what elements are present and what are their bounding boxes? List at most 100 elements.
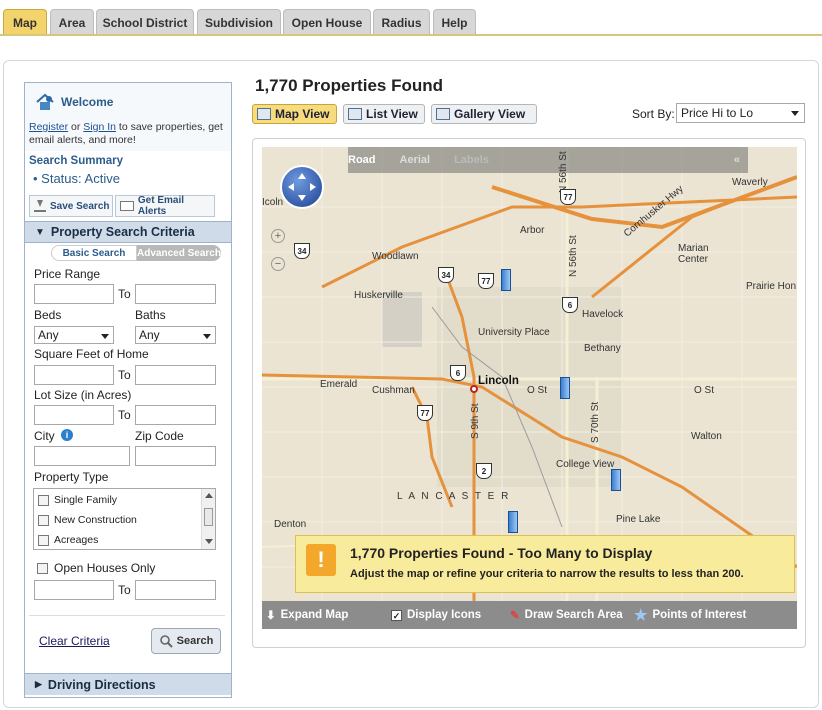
beds-select[interactable]: Any	[34, 326, 114, 344]
sign-in-link[interactable]: Sign In	[83, 121, 116, 133]
map-canvas[interactable]: Road Aerial Labels « + − Icoln Waverly A…	[262, 147, 797, 601]
map-type-labels[interactable]: Labels	[454, 154, 489, 166]
lincoln-marker-icon	[470, 385, 478, 393]
sqft-max-input[interactable]	[135, 365, 216, 385]
property-cluster-icon[interactable]	[501, 269, 511, 291]
map-label-lincoln: Lincoln	[478, 375, 519, 387]
zip-code-input[interactable]	[135, 446, 216, 466]
price-min-input[interactable]	[34, 284, 114, 304]
clear-search-area: Clear Criteria Search	[29, 615, 225, 661]
route-shield: 6	[562, 297, 578, 313]
map-label: Denton	[274, 519, 307, 530]
open-house-from-input[interactable]	[34, 580, 114, 600]
pan-control[interactable]	[280, 165, 324, 209]
scroll-up-icon[interactable]	[205, 493, 213, 498]
property-type-list: Single Family New Construction Acreages	[33, 488, 216, 550]
property-cluster-icon[interactable]	[611, 469, 621, 491]
beds-value: Any	[38, 328, 59, 342]
search-summary-heading: Search Summary	[29, 155, 123, 167]
property-type-scrollbar[interactable]	[201, 489, 215, 549]
map-roads	[262, 147, 797, 601]
property-type-name: New Construction	[54, 514, 137, 526]
display-icons-toggle[interactable]: ✓ Display Icons	[391, 601, 481, 629]
search-icon	[159, 635, 173, 648]
tab-map[interactable]: Map	[3, 9, 47, 35]
tab-advanced-search[interactable]: Advanced Search	[137, 245, 221, 261]
tab-school-district[interactable]: School District	[96, 9, 194, 35]
get-email-alerts-button[interactable]: Get Email Alerts	[115, 195, 215, 217]
price-max-input[interactable]	[135, 284, 216, 304]
collapse-icon[interactable]: «	[734, 154, 740, 166]
expand-map-label: Expand Map	[280, 609, 349, 621]
tab-open-house[interactable]: Open House	[283, 9, 371, 35]
open-house-to-label: To	[118, 583, 131, 597]
expand-map-button[interactable]: ⬇ Expand Map	[266, 601, 348, 629]
get-email-alerts-label: Get Email Alerts	[137, 195, 185, 217]
map-view-label: Map View	[275, 107, 330, 121]
baths-label: Baths	[135, 308, 166, 322]
list-view-button[interactable]: List View	[343, 104, 425, 124]
property-type-option[interactable]: Single Family	[38, 491, 117, 509]
sort-value: Price Hi to Lo	[681, 106, 754, 120]
criteria-header[interactable]: ▼ Property Search Criteria	[25, 221, 231, 243]
route-shield: 77	[478, 273, 494, 289]
map-label: S 70th St	[590, 401, 601, 443]
gallery-view-button[interactable]: Gallery View	[431, 104, 537, 124]
points-of-interest-label: Points of Interest	[652, 609, 747, 621]
list-icon	[348, 108, 362, 120]
map-view-button[interactable]: Map View	[252, 104, 337, 124]
open-houses-checkbox[interactable]	[37, 562, 48, 574]
open-houses-option[interactable]: Open Houses Only	[37, 561, 155, 575]
lot-max-input[interactable]	[135, 405, 216, 425]
lot-min-input[interactable]	[34, 405, 114, 425]
tab-help[interactable]: Help	[433, 9, 476, 35]
map-label: Icoln	[262, 197, 284, 208]
sqft-min-input[interactable]	[34, 365, 114, 385]
property-cluster-icon[interactable]	[508, 511, 518, 533]
map-toolbar: ⬇ Expand Map ✓ Display Icons ✎ Draw Sear…	[262, 601, 797, 629]
checkbox[interactable]	[38, 494, 49, 506]
download-icon	[34, 200, 46, 212]
info-icon[interactable]: i	[61, 429, 73, 441]
zoom-in-icon[interactable]: +	[271, 229, 285, 243]
map-type-aerial[interactable]: Aerial	[400, 154, 431, 166]
property-cluster-icon[interactable]	[560, 377, 570, 399]
search-button[interactable]: Search	[151, 628, 221, 654]
points-of-interest-button[interactable]: ★ Points of Interest	[634, 601, 746, 629]
scroll-thumb[interactable]	[204, 508, 213, 526]
property-type-option[interactable]: Acreages	[38, 531, 98, 549]
city-input[interactable]	[34, 446, 130, 466]
register-link[interactable]: Register	[29, 121, 68, 133]
property-type-option[interactable]: New Construction	[38, 511, 137, 529]
warning-icon: !	[306, 544, 336, 576]
tab-subdivision[interactable]: Subdivision	[197, 9, 281, 35]
baths-select[interactable]: Any	[135, 326, 216, 344]
display-icons-checkbox[interactable]: ✓	[391, 609, 402, 621]
zoom-out-icon[interactable]: −	[271, 257, 285, 271]
clear-criteria-link[interactable]: Clear Criteria	[39, 634, 110, 648]
tab-underline	[0, 34, 822, 36]
criteria-header-label: Property Search Criteria	[50, 225, 195, 239]
scroll-down-icon[interactable]	[205, 539, 213, 544]
route-shield: 2	[476, 463, 492, 479]
tab-area[interactable]: Area	[50, 9, 94, 35]
open-house-to-input[interactable]	[135, 580, 216, 600]
tab-basic-search[interactable]: Basic Search	[51, 245, 137, 261]
map-label: College View	[556, 459, 615, 470]
route-shield: 34	[438, 267, 454, 283]
tab-radius[interactable]: Radius	[373, 9, 430, 35]
route-shield: 77	[560, 189, 576, 205]
map-icon	[257, 108, 271, 120]
driving-directions-header[interactable]: ▶ Driving Directions	[25, 673, 231, 695]
map-label: Havelock	[582, 309, 624, 320]
beds-label: Beds	[34, 308, 62, 322]
status-text: • Status: Active	[33, 171, 120, 186]
sort-select[interactable]: Price Hi to Lo	[676, 103, 805, 123]
search-sidebar: Welcome Register or Sign In to save prop…	[24, 82, 232, 698]
map-type-road[interactable]: Road	[348, 154, 376, 166]
draw-search-area-button[interactable]: ✎ Draw Search Area	[510, 601, 623, 629]
checkbox[interactable]	[38, 514, 49, 526]
save-search-button[interactable]: Save Search	[29, 195, 113, 217]
top-tab-bar: Map Area School District Subdivision Ope…	[0, 0, 822, 36]
checkbox[interactable]	[38, 534, 49, 546]
